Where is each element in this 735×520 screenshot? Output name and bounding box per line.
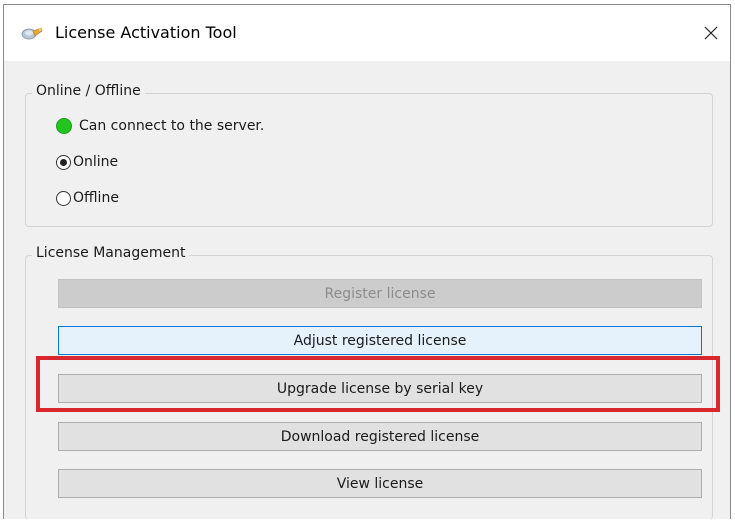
download-registered-license-button[interactable]: Download registered license — [58, 422, 702, 451]
close-icon — [704, 25, 718, 44]
online-offline-group — [25, 93, 713, 227]
license-management-group-label: License Management — [32, 245, 190, 261]
connection-status-text: Can connect to the server. — [79, 118, 265, 134]
online-offline-group-label: Online / Offline — [32, 83, 145, 99]
adjust-registered-license-button[interactable]: Adjust registered license — [58, 326, 702, 355]
offline-radio-option[interactable]: Offline — [56, 190, 119, 206]
upgrade-license-by-serial-key-button[interactable]: Upgrade license by serial key — [58, 374, 702, 403]
register-license-button[interactable]: Register license — [58, 279, 702, 308]
offline-radio-label: Offline — [73, 190, 119, 206]
close-button[interactable] — [698, 21, 724, 47]
online-radio-label: Online — [73, 154, 119, 170]
connection-status-indicator — [56, 118, 72, 134]
title-bar[interactable]: License Activation Tool — [4, 5, 730, 61]
online-radio-option[interactable]: Online — [56, 154, 118, 170]
license-tool-icon — [21, 25, 43, 41]
license-activation-window: License Activation Tool Online / Offline… — [3, 4, 731, 520]
online-radio-button[interactable] — [56, 154, 71, 170]
offline-radio-button[interactable] — [56, 190, 71, 206]
window-title: License Activation Tool — [55, 23, 237, 42]
view-license-button[interactable]: View license — [58, 469, 702, 498]
